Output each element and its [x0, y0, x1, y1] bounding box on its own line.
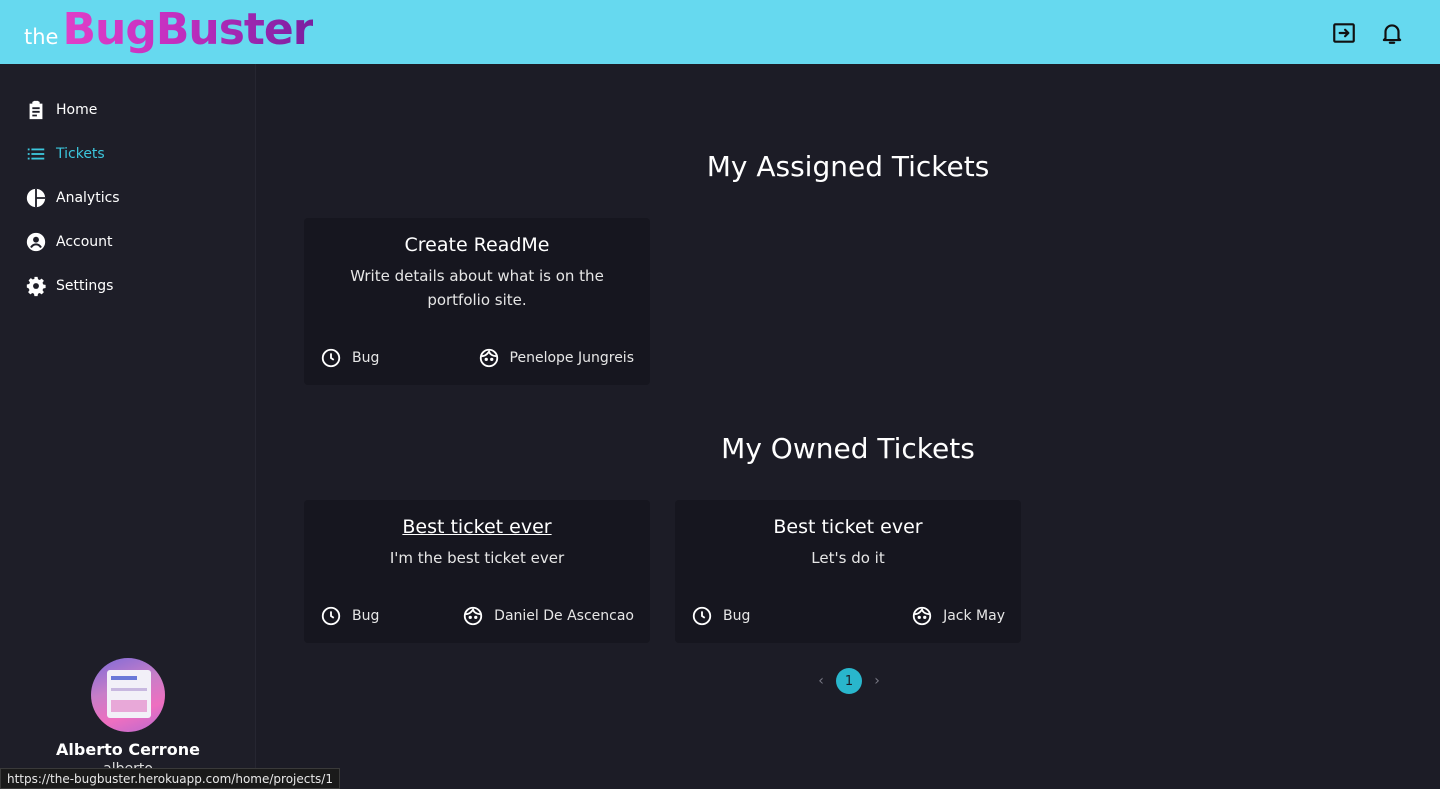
- ticket-type: Bug: [723, 608, 751, 624]
- ticket-card[interactable]: Create ReadMe Write details about what i…: [304, 218, 650, 385]
- sidebar-item-analytics[interactable]: Analytics: [0, 176, 256, 220]
- clipboard-icon: [24, 98, 48, 122]
- ticket-type: Bug: [352, 608, 380, 624]
- ticket-card[interactable]: Best ticket ever Let's do it Bug Jack Ma…: [675, 500, 1021, 643]
- sidebar-item-settings[interactable]: Settings: [0, 264, 256, 308]
- ticket-user: Daniel De Ascencao: [494, 608, 634, 624]
- sidebar-item-home[interactable]: Home: [0, 88, 256, 132]
- bell-icon[interactable]: [1379, 20, 1405, 46]
- ticket-title[interactable]: Create ReadMe: [304, 234, 650, 256]
- pagination: ‹ 1 ›: [808, 668, 890, 694]
- face-icon: [479, 348, 498, 368]
- account-circle-icon: [24, 230, 48, 254]
- sidebar-item-label: Tickets: [56, 146, 105, 162]
- page-1-button[interactable]: 1: [836, 668, 862, 694]
- logo-prefix: the: [24, 25, 59, 49]
- logo-name: BugBuster: [62, 4, 314, 55]
- sidebar-item-label: Analytics: [56, 190, 120, 206]
- gear-icon: [24, 274, 48, 298]
- owned-tickets-title: My Owned Tickets: [721, 432, 975, 465]
- clock-icon: [321, 348, 341, 368]
- ticket-description: Write details about what is on the portf…: [350, 267, 604, 309]
- ticket-description: Let's do it: [811, 549, 885, 567]
- logo[interactable]: the BugBuster: [24, 4, 314, 55]
- sidebar-item-label: Settings: [56, 278, 114, 294]
- ticket-description: I'm the best ticket ever: [389, 549, 565, 567]
- ticket-footer: Bug Daniel De Ascencao: [320, 604, 634, 628]
- ticket-footer: Bug Penelope Jungreis: [320, 346, 634, 370]
- profile-name: Alberto Cerrone: [56, 740, 200, 759]
- ticket-card[interactable]: Best ticket ever I'm the best ticket eve…: [304, 500, 650, 643]
- sidebar-item-label: Account: [56, 234, 113, 250]
- next-page-button[interactable]: ›: [864, 668, 890, 694]
- ticket-user: Penelope Jungreis: [509, 350, 634, 366]
- list-icon: [24, 142, 48, 166]
- face-icon: [464, 606, 483, 626]
- ticket-footer: Bug Jack May: [691, 604, 1005, 628]
- avatar[interactable]: [91, 658, 165, 732]
- logout-icon[interactable]: [1331, 20, 1357, 46]
- sidebar: Home Tickets Analytics Account Settings …: [0, 64, 256, 789]
- assigned-tickets-title: My Assigned Tickets: [706, 150, 990, 183]
- face-icon: [912, 606, 932, 626]
- ticket-user: Jack May: [943, 608, 1005, 624]
- clock-icon: [692, 606, 712, 626]
- ticket-title[interactable]: Best ticket ever: [675, 516, 1021, 538]
- sidebar-item-tickets[interactable]: Tickets: [0, 132, 256, 176]
- link-status-bar: https://the-bugbuster.herokuapp.com/home…: [0, 768, 340, 789]
- clock-icon: [321, 606, 341, 626]
- sidebar-item-label: Home: [56, 102, 98, 118]
- sidebar-item-account[interactable]: Account: [0, 220, 256, 264]
- previous-page-button[interactable]: ‹: [808, 668, 834, 694]
- ticket-type: Bug: [352, 350, 380, 366]
- user-profile: Alberto Cerrone alberto: [0, 658, 256, 777]
- top-app-bar: the BugBuster: [0, 0, 1440, 64]
- pie-chart-icon: [24, 186, 48, 210]
- ticket-title[interactable]: Best ticket ever: [304, 516, 650, 538]
